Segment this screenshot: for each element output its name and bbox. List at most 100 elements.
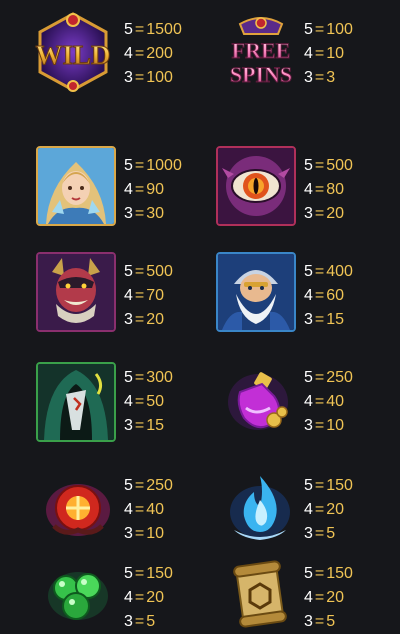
payout-row: 3 = 10: [124, 525, 165, 542]
payout-count: 5: [124, 369, 133, 386]
payout-value: 20: [326, 205, 345, 222]
payout-value: 100: [146, 69, 173, 86]
payout-row: 3 = 3: [304, 69, 336, 86]
payout-row: 3 = 5: [124, 613, 156, 630]
payout-value: 15: [146, 417, 165, 434]
payout-row: 3 = 5: [304, 613, 336, 630]
payout-count: 5: [304, 157, 313, 174]
payout-row: 3 = 5: [304, 525, 336, 542]
payout-value: 3: [326, 69, 336, 86]
payout-row: 4 = 70: [124, 287, 165, 304]
payout-value: 70: [146, 287, 165, 304]
payout-table-demon-warrior: 5 = 500 4 = 70 3 = 20: [124, 260, 204, 332]
payout-count: 3: [124, 69, 133, 86]
payout-count: 5: [124, 565, 133, 582]
payout-count: 4: [124, 45, 133, 62]
demon-warrior-icon: [36, 252, 116, 332]
payout-count: 3: [124, 525, 133, 542]
payout-count: 4: [304, 181, 313, 198]
payout-value: 5: [146, 613, 156, 630]
payout-count: 5: [124, 263, 133, 280]
payout-count: 3: [304, 69, 313, 86]
payout-value: 40: [326, 393, 345, 410]
payout-count: 5: [304, 565, 313, 582]
fire-orb-icon: [40, 470, 116, 546]
payout-row: 3 = 10: [304, 417, 345, 434]
payout-value: 100: [326, 21, 353, 38]
payout-count: 4: [124, 589, 133, 606]
payout-count: 4: [124, 287, 133, 304]
green-gems-icon: [40, 556, 116, 632]
payout-row: 4 = 40: [304, 393, 345, 410]
blue-flame-icon: [222, 470, 298, 546]
payout-row: 5 = 250: [304, 369, 353, 386]
payout-row: 3 = 15: [304, 311, 345, 328]
payout-row: 4 = 90: [124, 181, 165, 198]
payout-value: 150: [146, 565, 173, 582]
payout-table-elf-heroine: 5 = 1000 4 = 90 3 = 30: [124, 154, 204, 226]
payout-count: 4: [304, 45, 313, 62]
payout-count: 5: [304, 263, 313, 280]
dwarf-wizard-icon: [216, 252, 296, 332]
payout-value: 60: [326, 287, 345, 304]
payout-count: 5: [124, 477, 133, 494]
payout-value: 15: [326, 311, 345, 328]
payout-row: 5 = 300: [124, 369, 173, 386]
payout-count: 5: [304, 477, 313, 494]
payout-row: 5 = 400: [304, 263, 353, 280]
payout-row: 3 = 20: [124, 311, 165, 328]
payout-value: 20: [146, 589, 165, 606]
payout-value: 1000: [146, 157, 182, 174]
payout-row: 4 = 10: [304, 45, 345, 62]
payout-value: 5: [326, 525, 336, 542]
payout-value: 250: [146, 477, 173, 494]
payout-count: 4: [304, 287, 313, 304]
payout-value: 30: [146, 205, 165, 222]
payout-row: 4 = 200: [124, 45, 173, 62]
payout-value: 10: [146, 525, 165, 542]
payout-row: 4 = 20: [124, 589, 165, 606]
payout-count: 3: [124, 311, 133, 328]
payout-count: 3: [304, 205, 313, 222]
potion-icon: [222, 362, 298, 438]
payout-value: 40: [146, 501, 165, 518]
payout-row: 4 = 50: [124, 393, 165, 410]
payout-row: 5 = 150: [304, 565, 353, 582]
payout-count: 5: [124, 21, 133, 38]
spins-text: SPINS: [230, 62, 292, 87]
free-text: FREE: [232, 38, 291, 63]
payout-count: 4: [124, 501, 133, 518]
elf-heroine-icon: [36, 146, 116, 226]
payout-count: 3: [124, 205, 133, 222]
wild-logo-icon: WILD: [30, 10, 116, 96]
payout-count: 5: [124, 157, 133, 174]
payout-row: 4 = 60: [304, 287, 345, 304]
payout-count: 4: [304, 393, 313, 410]
payout-value: 1500: [146, 21, 182, 38]
payout-table-dwarf-wizard: 5 = 400 4 = 60 3 = 15: [304, 260, 384, 332]
payout-count: 3: [304, 525, 313, 542]
payout-value: 10: [326, 417, 345, 434]
payout-value: 400: [326, 263, 353, 280]
free-spins-logo-icon: FREE SPINS: [218, 10, 304, 96]
payout-count: 4: [124, 393, 133, 410]
payout-row: 5 = 500: [124, 263, 173, 280]
payout-count: 3: [304, 417, 313, 434]
payout-count: 5: [304, 21, 313, 38]
payout-value: 20: [146, 311, 165, 328]
payout-table-free-spins: 5 = 100 4 = 10 3 = 3: [304, 18, 384, 90]
wild-text: WILD: [35, 40, 110, 70]
payout-value: 500: [326, 157, 353, 174]
payout-row: 5 = 1000: [124, 157, 182, 174]
payout-value: 80: [326, 181, 345, 198]
payout-row: 5 = 250: [124, 477, 173, 494]
payout-row: 3 = 100: [124, 69, 173, 86]
payout-row: 5 = 1500: [124, 21, 182, 38]
payout-count: 3: [304, 311, 313, 328]
payout-row: 4 = 20: [304, 501, 345, 518]
payout-row: 5 = 150: [304, 477, 353, 494]
payout-table-blue-flame: 5 = 150 4 = 20 3 = 5: [304, 474, 384, 546]
payout-count: 3: [304, 613, 313, 630]
payout-row: 3 = 15: [124, 417, 165, 434]
payout-value: 500: [146, 263, 173, 280]
